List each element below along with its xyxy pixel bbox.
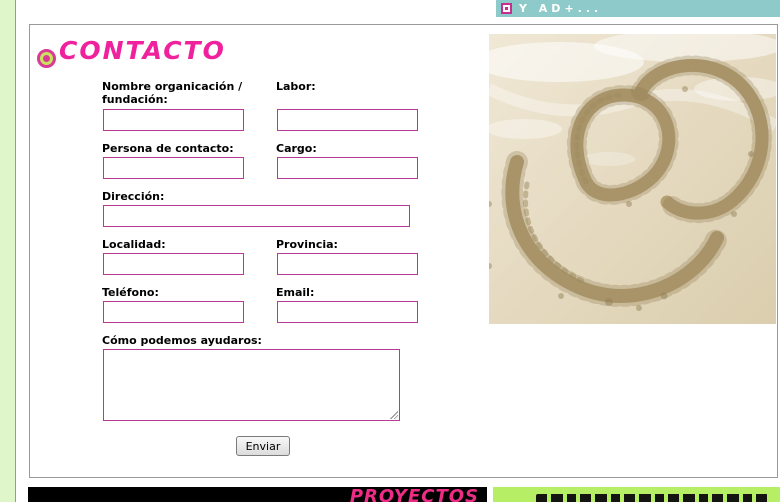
input-direccion[interactable] [103, 205, 410, 227]
contact-page: Y AD+... CONTACTO Nombre organicación / … [0, 0, 780, 502]
proyectos-link[interactable]: PROYECTOS [350, 487, 487, 502]
page-title: CONTACTO [59, 36, 226, 65]
enviar-button[interactable]: Enviar [236, 436, 290, 456]
input-email[interactable] [277, 301, 418, 323]
input-nombre-organizacion[interactable] [103, 109, 244, 131]
menu-item-y-ad[interactable]: Y AD+... [519, 2, 602, 15]
textarea-como-podemos-ayudaros[interactable] [103, 349, 400, 421]
left-sidebar-strip [0, 0, 16, 502]
label-provincia: Provincia: [276, 238, 446, 251]
square-bullet-icon [501, 3, 512, 14]
proyectos-bar: PROYECTOS [28, 487, 487, 502]
sand-at-sign-photo [489, 34, 776, 324]
green-footer-panel [493, 487, 780, 502]
top-menu-bar: Y AD+... [496, 0, 780, 17]
label-labor: Labor: [276, 80, 446, 93]
label-persona-de-contacto: Persona de contacto: [102, 142, 272, 155]
partially-visible-banner[interactable] [536, 494, 768, 502]
label-nombre-organizacion: Nombre organicación / fundación: [102, 80, 272, 106]
label-como-podemos-ayudaros: Cómo podemos ayudaros: [102, 334, 322, 347]
input-cargo[interactable] [277, 157, 418, 179]
input-telefono[interactable] [103, 301, 244, 323]
label-localidad: Localidad: [102, 238, 272, 251]
input-labor[interactable] [277, 109, 418, 131]
label-cargo: Cargo: [276, 142, 446, 155]
label-email: Email: [276, 286, 446, 299]
input-localidad[interactable] [103, 253, 244, 275]
input-persona-de-contacto[interactable] [103, 157, 244, 179]
label-telefono: Teléfono: [102, 286, 272, 299]
target-bullet-icon [37, 49, 56, 68]
input-provincia[interactable] [277, 253, 418, 275]
contact-panel: CONTACTO Nombre organicación / fundación… [29, 24, 778, 478]
label-direccion: Dirección: [102, 190, 272, 203]
